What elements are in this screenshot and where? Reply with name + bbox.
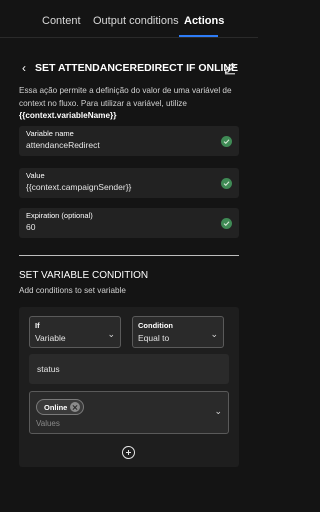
- if-select[interactable]: If Variable ⌄: [29, 316, 121, 348]
- variable-name-value: attendanceRedirect: [26, 140, 100, 150]
- tab-bar: Content Output conditions Actions: [0, 0, 258, 38]
- chevron-down-icon: ⌄: [107, 329, 115, 339]
- check-circle-icon: [221, 218, 232, 229]
- check-circle-icon: [221, 178, 232, 189]
- pencil-icon[interactable]: [223, 61, 237, 75]
- tab-content[interactable]: Content: [42, 15, 81, 27]
- expiration-field[interactable]: Expiration (optional) 60: [19, 208, 239, 238]
- tab-output-conditions[interactable]: Output conditions: [93, 15, 179, 27]
- condition-select-value: Equal to: [138, 333, 170, 343]
- action-description: Essa ação permite a definição do valor d…: [19, 85, 244, 123]
- check-circle-icon: [221, 136, 232, 147]
- variable-name-field[interactable]: Variable name attendanceRedirect: [19, 126, 239, 156]
- expiration-label: Expiration (optional): [26, 211, 93, 220]
- description-text: Essa ação permite a definição do valor d…: [19, 86, 232, 108]
- attribute-value: status: [37, 364, 60, 374]
- value-value: {{context.campaignSender}}: [26, 182, 132, 192]
- expiration-value: 60: [26, 222, 36, 232]
- condition-section-title: SET VARIABLE CONDITION: [19, 270, 149, 281]
- if-select-label: If: [35, 321, 40, 330]
- value-label: Value: [26, 171, 45, 180]
- plus-circle-icon[interactable]: [122, 446, 135, 459]
- condition-select[interactable]: Condition Equal to ⌄: [132, 316, 224, 348]
- condition-panel: If Variable ⌄ Condition Equal to ⌄ statu…: [19, 307, 239, 467]
- variable-name-label: Variable name: [26, 129, 74, 138]
- close-icon[interactable]: [70, 402, 80, 412]
- section-divider: [19, 255, 239, 256]
- chevron-down-icon: ⌄: [210, 329, 218, 339]
- value-chip: Online: [36, 399, 84, 415]
- condition-section-subtitle: Add conditions to set variable: [19, 286, 126, 295]
- value-field[interactable]: Value {{context.campaignSender}}: [19, 168, 239, 198]
- value-chip-label: Online: [44, 403, 68, 412]
- condition-select-label: Condition: [138, 321, 173, 330]
- action-header: ‹ SET ATTENDANCEREDIRECT IF ONLINE: [19, 60, 241, 76]
- tab-actions[interactable]: Actions: [184, 15, 224, 27]
- chevron-left-icon[interactable]: ‹: [22, 60, 26, 76]
- if-select-value: Variable: [35, 333, 66, 343]
- values-placeholder: Values: [36, 419, 60, 428]
- chevron-down-icon: ⌄: [214, 406, 222, 416]
- action-title: SET ATTENDANCEREDIRECT IF ONLINE: [35, 62, 239, 74]
- active-tab-indicator: [179, 35, 218, 37]
- attribute-input[interactable]: status: [29, 354, 229, 384]
- values-multiselect[interactable]: Online Values ⌄: [29, 391, 229, 434]
- variable-syntax: {{context.variableName}}: [19, 111, 117, 120]
